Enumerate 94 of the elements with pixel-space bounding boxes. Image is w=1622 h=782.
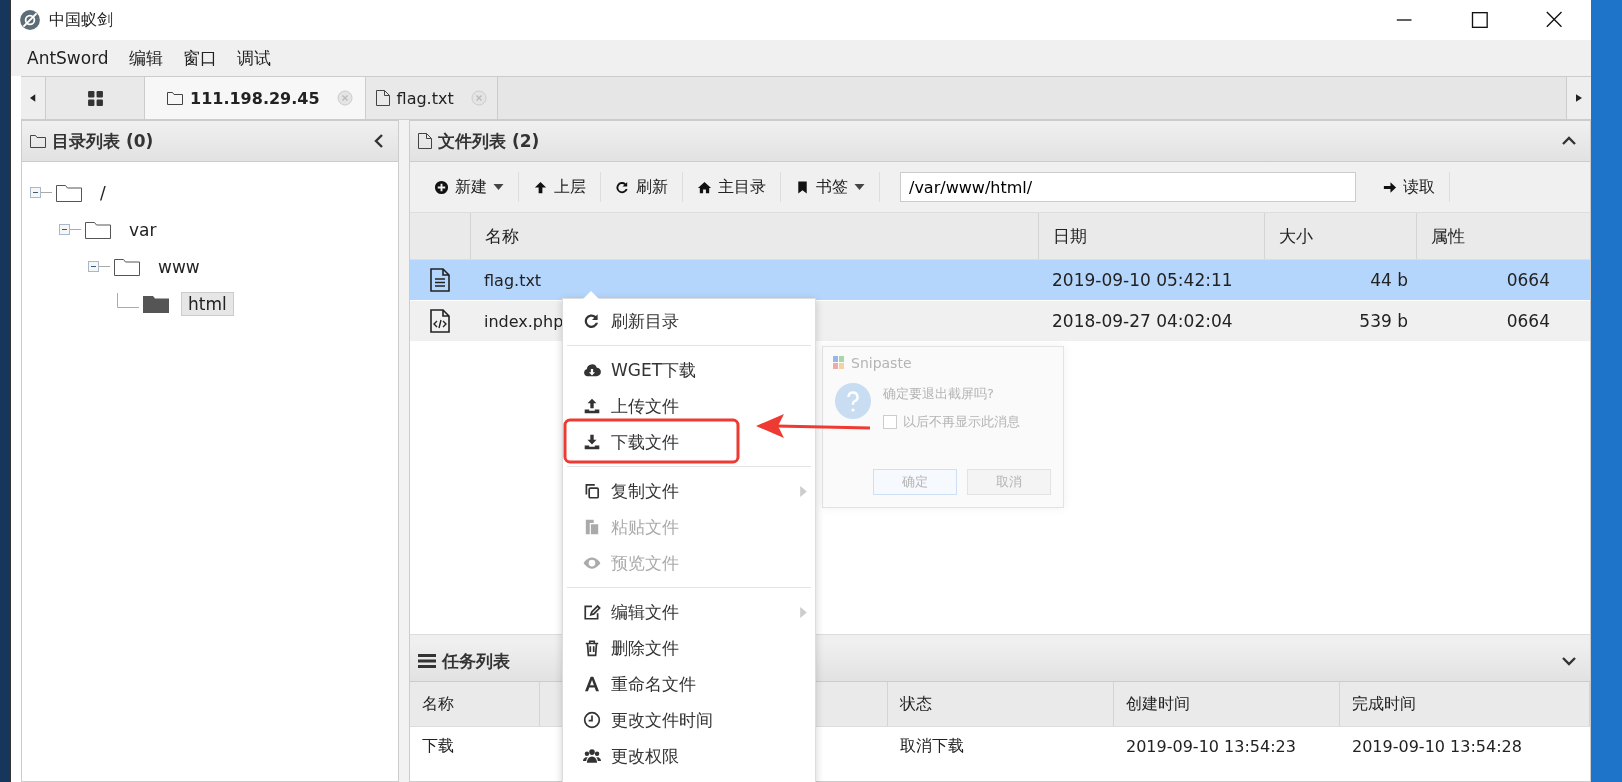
app-logo-icon — [19, 9, 41, 31]
caret-icon — [854, 184, 865, 190]
checkbox[interactable] — [883, 415, 897, 429]
left-triangle-icon — [30, 93, 36, 103]
folder-icon — [167, 91, 183, 105]
file-row[interactable]: flag.txt 2019-09-10 05:42:11 44 b 0664 — [410, 260, 1590, 301]
download-icon — [583, 433, 601, 451]
tab[interactable]: 111.198.29.45 — [145, 77, 366, 119]
folder-icon — [85, 220, 111, 239]
table-cell-text: 2019-09-10 13:54:28 — [1351, 735, 1523, 758]
checkbox-label: 以后不再显示此消息 — [903, 413, 1020, 431]
table-cell-text: 2019-09-10 05:42:11 — [1051, 269, 1234, 292]
menu-item[interactable]: 窗口 — [172, 46, 227, 70]
menu-item[interactable]: 更改文件时间 — [563, 702, 815, 738]
menu-item[interactable]: 重命名文件 — [563, 666, 815, 702]
panel-title: 文件列表 (2) — [438, 129, 540, 153]
cloud-download-icon — [583, 361, 601, 379]
table-cell-text: 539 b — [1358, 310, 1409, 333]
collapse-icon[interactable] — [374, 134, 384, 148]
tree-toggle-icon[interactable] — [30, 186, 52, 199]
upload-icon — [583, 397, 601, 415]
collapse-icon[interactable] — [1562, 136, 1576, 146]
menu-item[interactable]: 删除文件 — [563, 630, 815, 666]
file-name: flag.txt — [484, 270, 542, 290]
clock-icon — [583, 711, 601, 729]
tree-toggle-icon[interactable] — [88, 260, 110, 273]
file-icon — [418, 133, 432, 149]
edit-icon — [583, 603, 601, 621]
house-icon — [697, 179, 712, 195]
up-arrow-icon — [533, 179, 548, 195]
window-title: 中国蚁剑 — [49, 9, 113, 31]
close-tab-icon[interactable] — [336, 90, 353, 106]
table-cell-text: 2018-09-27 04:02:04 — [1051, 310, 1234, 333]
folder-icon — [56, 183, 82, 202]
grid-icon — [86, 89, 104, 107]
table-cell-text: 下载 — [421, 734, 455, 757]
submenu-arrow-icon — [800, 485, 807, 497]
right-triangle-icon — [1576, 93, 1582, 103]
table-cell-text: 44 b — [1369, 269, 1409, 292]
folder-icon — [30, 134, 46, 148]
file-icon — [375, 90, 390, 106]
column-header[interactable]: 状态 — [888, 682, 1114, 726]
menu-item[interactable]: 刷新目录 — [563, 303, 815, 339]
expand-icon[interactable] — [1562, 656, 1576, 666]
table-cell-text: 0664 — [1505, 310, 1551, 333]
tree-item[interactable]: www — [152, 255, 206, 278]
column-header[interactable]: 完成时间 — [1340, 682, 1590, 726]
submenu-arrow-icon — [800, 606, 807, 618]
tree-item[interactable]: html — [181, 291, 234, 316]
menu-item[interactable]: 编辑 — [118, 46, 173, 70]
users-icon — [583, 747, 601, 765]
folder-icon — [143, 294, 169, 313]
table-cell-text: 0664 — [1505, 269, 1551, 292]
folder-icon — [114, 257, 140, 276]
column-header[interactable]: 创建时间 — [1114, 682, 1340, 726]
table-cell-text: 取消下载 — [899, 734, 965, 757]
menu-item[interactable]: 调试 — [226, 46, 281, 70]
column-header[interactable]: 属性 — [1416, 213, 1590, 259]
column-header[interactable]: 名称 — [470, 213, 1038, 259]
panel-title: 目录列表 (0) — [52, 129, 154, 153]
refresh-icon — [583, 312, 601, 330]
scroll-right-button[interactable] — [1566, 77, 1591, 119]
path-field[interactable]: /var/www/html/ — [900, 172, 1356, 202]
tasks-icon — [418, 654, 436, 668]
column-header[interactable]: 大小 — [1264, 213, 1416, 259]
right-arrow-icon — [1382, 179, 1397, 195]
font-icon — [583, 675, 601, 693]
caret-icon — [493, 184, 504, 190]
menu-item[interactable]: 上传文件 — [563, 388, 815, 424]
paste-icon — [583, 518, 601, 536]
trash-icon — [583, 639, 601, 657]
menu-item[interactable]: 编辑文件 — [563, 594, 815, 630]
copy-icon — [583, 482, 601, 500]
tree-item[interactable]: var — [123, 218, 163, 241]
column-header[interactable]: 名称 — [410, 682, 540, 726]
scroll-left-button[interactable] — [21, 77, 46, 119]
panel-title: 任务列表 — [442, 649, 510, 673]
menu-item[interactable]: 复制文件 — [563, 473, 815, 509]
menu-item[interactable]: WGET下载 — [563, 352, 815, 388]
refresh-icon — [615, 179, 630, 195]
menu-item[interactable]: AntSword — [17, 48, 119, 68]
dialog-title: Snipaste — [851, 355, 912, 371]
file-name: index.php — [484, 311, 564, 331]
close-tab-icon[interactable] — [470, 90, 487, 106]
bookmark-icon — [795, 179, 810, 195]
question-icon — [835, 383, 871, 419]
dialog-message: 确定要退出截屏吗? — [883, 385, 995, 403]
menu-item[interactable]: 下载文件 — [563, 424, 815, 460]
column-header[interactable]: 日期 — [1038, 213, 1264, 259]
table-cell-text: 2019-09-10 13:54:23 — [1125, 735, 1297, 758]
tree-item[interactable]: / — [94, 181, 112, 204]
tree-toggle-icon[interactable] — [59, 223, 81, 236]
menu-item[interactable]: 更改权限 — [563, 738, 815, 774]
app-logo-icon — [833, 356, 845, 370]
